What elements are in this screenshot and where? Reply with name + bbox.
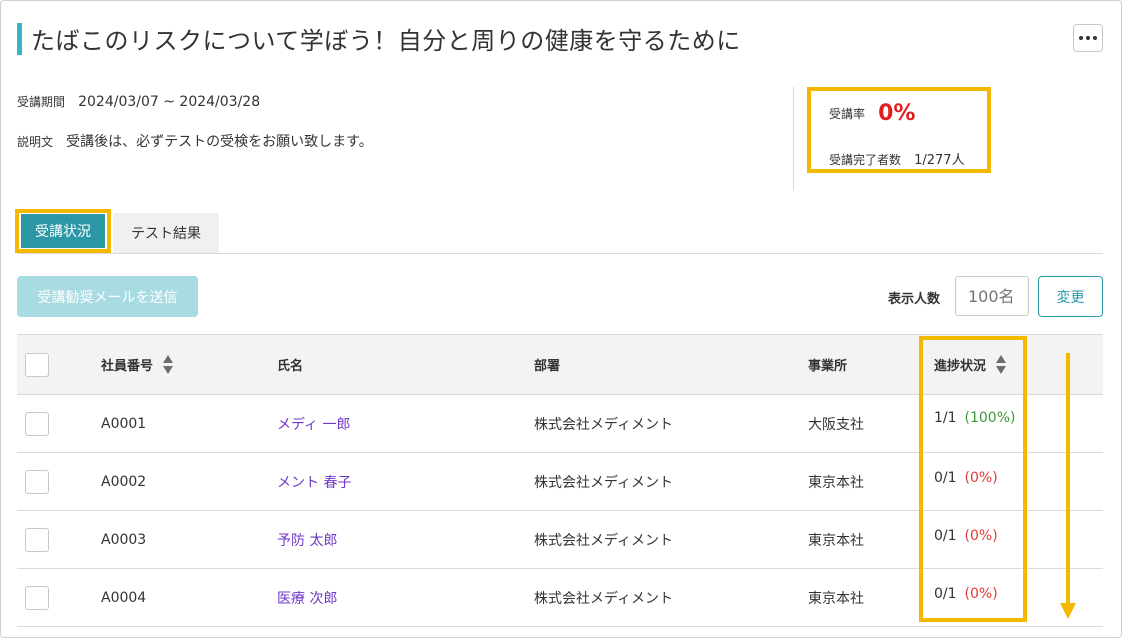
display-count-label: 表示人数: [888, 292, 941, 307]
employee-name-link[interactable]: 予防 太郎: [277, 511, 337, 568]
period-row: 受講期間 2024/03/07 ~ 2024/03/28: [17, 91, 260, 110]
attendance-rate-value: 0%: [878, 101, 916, 126]
row-checkbox[interactable]: [25, 527, 49, 552]
row-checkbox-cell: [25, 569, 49, 626]
change-button[interactable]: 変更: [1038, 276, 1103, 317]
row-checkbox-cell: [25, 511, 49, 568]
completed-count: 受講完了者数 1/277人: [829, 149, 965, 168]
completed-count-value: 1/277人: [914, 153, 965, 168]
header-employee-id[interactable]: 社員番号: [101, 335, 174, 394]
department: 株式会社メディメント: [534, 416, 674, 433]
employee-name-link[interactable]: メント 春子: [277, 453, 351, 510]
office: 東京本社: [808, 474, 864, 491]
office: 大阪支社: [808, 416, 864, 433]
info-divider: [793, 87, 794, 191]
scroll-down-arrowhead-icon: [1060, 603, 1076, 619]
description-label: 説明文: [17, 135, 54, 149]
description-value: 受講後は、必ずテストの受検をお願い致します。: [66, 134, 373, 150]
employee-id: A0004: [101, 589, 147, 606]
period-label: 受講期間: [17, 95, 66, 109]
row-checkbox[interactable]: [25, 411, 49, 436]
header-checkbox-cell: [25, 335, 49, 394]
header-name: 氏名: [277, 359, 304, 374]
header-department: 部署: [534, 359, 561, 374]
row-checkbox[interactable]: [25, 585, 49, 610]
progress-column-highlight: [919, 336, 1027, 622]
department: 株式会社メディメント: [534, 474, 674, 491]
employee-id: A0003: [101, 531, 147, 548]
more-options-icon-dot: [1093, 36, 1097, 40]
more-options-icon: [1079, 36, 1083, 40]
row-checkbox[interactable]: [25, 469, 49, 494]
more-options-button[interactable]: [1073, 24, 1103, 52]
select-all-checkbox[interactable]: [25, 352, 49, 377]
employee-name-link[interactable]: 医療 次郎: [277, 569, 337, 626]
sort-desc-icon: [163, 366, 174, 374]
sort-asc-icon: [163, 355, 174, 363]
send-reminder-email-button[interactable]: 受講勧奨メールを送信: [17, 276, 198, 317]
attendance-rate-label: 受講率: [829, 107, 866, 121]
attendance-rate: 受講率 0%: [829, 101, 915, 126]
page-frame: たばこのリスクについて学ぼう！自分と周りの健康を守るために 受講期間 2024/…: [0, 0, 1122, 638]
more-options-icon-dot: [1086, 36, 1090, 40]
completed-count-label: 受講完了者数: [829, 153, 902, 167]
employee-id: A0001: [101, 415, 147, 432]
header-office: 事業所: [808, 359, 848, 374]
tab-attendance-status[interactable]: 受講状況: [21, 214, 105, 248]
department: 株式会社メディメント: [534, 590, 674, 607]
header-employee-id-label: 社員番号: [101, 359, 154, 374]
employee-name-link[interactable]: メディ 一郎: [277, 395, 350, 452]
page-title: たばこのリスクについて学ぼう！自分と周りの健康を守るために: [31, 27, 741, 55]
employee-id: A0002: [101, 473, 147, 490]
tab-underline: [17, 253, 1103, 254]
row-checkbox-cell: [25, 395, 49, 452]
office: 東京本社: [808, 590, 864, 607]
tab-test-results[interactable]: テスト結果: [113, 213, 219, 253]
scroll-down-arrow-icon: [1066, 353, 1070, 605]
display-count-input[interactable]: [955, 276, 1029, 316]
stats-box: 受講率 0% 受講完了者数 1/277人: [807, 87, 991, 173]
period-value: 2024/03/07 ~ 2024/03/28: [78, 94, 261, 110]
sort-icon[interactable]: [163, 355, 174, 374]
description-row: 説明文 受講後は、必ずテストの受検をお願い致します。: [17, 131, 373, 151]
department: 株式会社メディメント: [534, 532, 674, 549]
office: 東京本社: [808, 532, 864, 549]
title-accent-bar: [17, 23, 22, 55]
row-checkbox-cell: [25, 453, 49, 510]
